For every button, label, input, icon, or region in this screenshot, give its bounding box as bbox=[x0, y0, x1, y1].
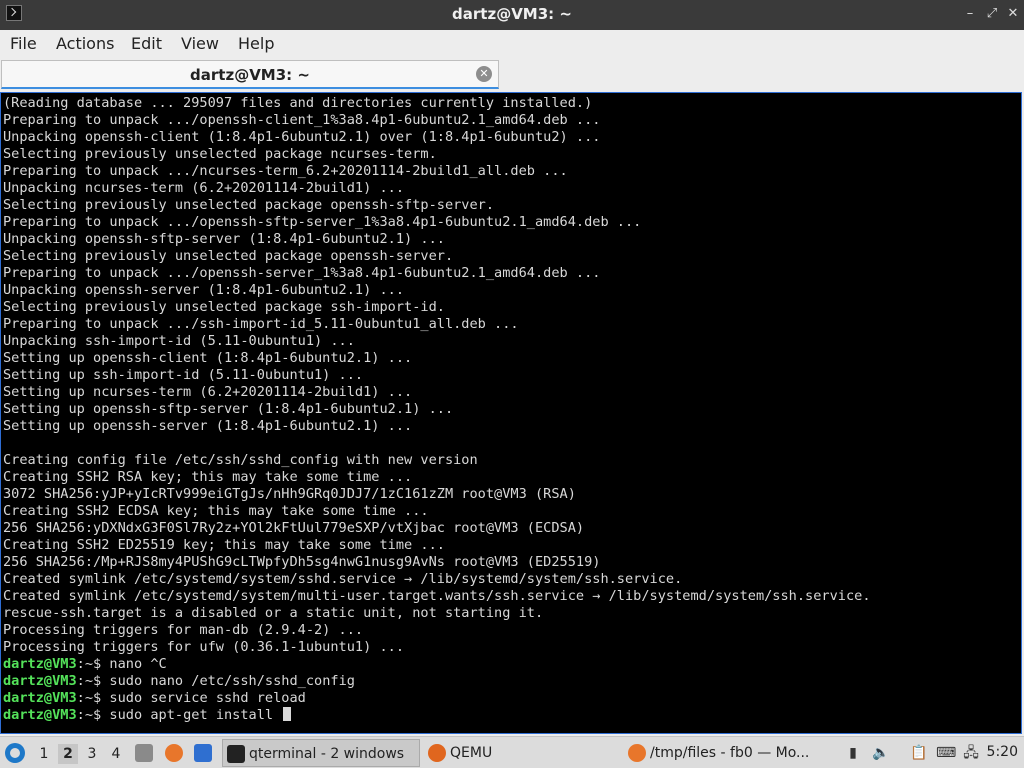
window-title: dartz@VM3: ~ bbox=[452, 5, 572, 23]
menu-bar: File Actions Edit View Help bbox=[0, 30, 1024, 58]
title-bar[interactable]: dartz@VM3: ~ – ⤢ ✕ bbox=[0, 0, 1024, 30]
menu-actions[interactable]: Actions bbox=[56, 34, 114, 53]
task-qemu[interactable]: QEMU bbox=[424, 739, 620, 767]
keyboard-icon[interactable]: ⌨ bbox=[936, 744, 956, 762]
task-label: qterminal - 2 windows bbox=[249, 746, 405, 762]
terminal-line: Unpacking openssh-client (1:8.4p1-6ubunt… bbox=[3, 129, 601, 145]
workspace-2[interactable]: 2 bbox=[58, 744, 78, 764]
terminal-line: Created symlink /etc/systemd/system/sshd… bbox=[3, 571, 683, 587]
terminal-window: dartz@VM3: ~ – ⤢ ✕ File Actions Edit Vie… bbox=[0, 0, 1024, 736]
tab-terminal[interactable]: dartz@VM3: ~ ✕ bbox=[1, 60, 499, 89]
prompt-line: dartz@VM3:~$ nano ^C bbox=[3, 656, 167, 673]
clock[interactable]: 5:20 bbox=[987, 744, 1018, 760]
text-cursor bbox=[283, 707, 292, 721]
terminal-line: Creating SSH2 ED25519 key; this may take… bbox=[3, 537, 445, 553]
task-label: /tmp/files - fb0 — Mo... bbox=[650, 745, 810, 761]
terminal-line: Selecting previously unselected package … bbox=[3, 146, 437, 162]
terminal-line: 3072 SHA256:yJP+yIcRTv999eiGTgJs/nHh9GRq… bbox=[3, 486, 576, 502]
menu-view[interactable]: View bbox=[181, 34, 219, 53]
close-button[interactable]: ✕ bbox=[1005, 6, 1021, 22]
terminal-line: Setting up openssh-server (1:8.4p1-6ubun… bbox=[3, 418, 413, 434]
terminal-line: Preparing to unpack .../openssh-server_1… bbox=[3, 265, 601, 281]
prompt-user: dartz@VM3 bbox=[3, 707, 77, 723]
tab-bar: dartz@VM3: ~ ✕ bbox=[0, 58, 1024, 92]
terminal-line: (Reading database ... 295097 files and d… bbox=[3, 95, 593, 111]
qemu-icon bbox=[428, 744, 446, 762]
workspace-3[interactable]: 3 bbox=[82, 744, 102, 764]
terminal-line: Unpacking openssh-server (1:8.4p1-6ubunt… bbox=[3, 282, 405, 298]
terminal-line: Creating config file /etc/ssh/sshd_confi… bbox=[3, 452, 478, 468]
terminal-line: Setting up openssh-client (1:8.4p1-6ubun… bbox=[3, 350, 413, 366]
terminal-icon bbox=[227, 745, 245, 763]
tab-label: dartz@VM3: ~ bbox=[190, 66, 310, 84]
firefox-icon bbox=[628, 744, 646, 762]
terminal-output[interactable]: (Reading database ... 295097 files and d… bbox=[0, 92, 1022, 734]
terminal-line: Created symlink /etc/systemd/system/mult… bbox=[3, 588, 871, 604]
prompt-line[interactable]: dartz@VM3:~$ sudo apt-get install bbox=[3, 707, 292, 724]
task-qterminal[interactable]: qterminal - 2 windows bbox=[222, 739, 420, 767]
terminal-line: Preparing to unpack .../ssh-import-id_5.… bbox=[3, 316, 519, 332]
network-icon[interactable]: 🖧 bbox=[962, 744, 980, 762]
terminal-line: Creating SSH2 RSA key; this may take som… bbox=[3, 469, 413, 485]
terminal-line: 256 SHA256:/Mp+RJS8my4PUShG9cLTWpfyDh5sg… bbox=[3, 554, 601, 570]
battery-icon[interactable]: ▮ bbox=[844, 744, 862, 762]
terminal-line: Preparing to unpack .../openssh-client_1… bbox=[3, 112, 601, 128]
start-menu-icon[interactable] bbox=[5, 743, 25, 763]
command-text: sudo nano /etc/ssh/sshd_config bbox=[109, 673, 355, 689]
command-text: sudo service sshd reload bbox=[109, 690, 306, 706]
file-manager-icon[interactable] bbox=[135, 744, 153, 762]
prompt-path: :~$ bbox=[76, 673, 110, 689]
volume-icon[interactable]: 🔈 bbox=[872, 744, 890, 762]
tab-close-icon[interactable]: ✕ bbox=[476, 66, 492, 82]
prompt-line: dartz@VM3:~$ sudo service sshd reload bbox=[3, 690, 306, 707]
maximize-button[interactable]: ⤢ bbox=[984, 6, 1000, 22]
menu-file[interactable]: File bbox=[10, 34, 37, 53]
firefox-launcher-icon[interactable] bbox=[165, 744, 183, 762]
terminal-line: 256 SHA256:yDXNdxG3F0Sl7Ry2z+YOl2kFtUul7… bbox=[3, 520, 585, 536]
terminal-line: Preparing to unpack .../openssh-sftp-ser… bbox=[3, 214, 642, 230]
terminal-line: rescue-ssh.target is a disabled or a sta… bbox=[3, 605, 544, 621]
workspace-1[interactable]: 1 bbox=[34, 744, 54, 764]
minimize-button[interactable]: – bbox=[962, 6, 978, 22]
terminal-line: Setting up ssh-import-id (5.11-0ubuntu1)… bbox=[3, 367, 364, 383]
terminal-line: Unpacking ssh-import-id (5.11-0ubuntu1) … bbox=[3, 333, 355, 349]
task-firefox[interactable]: /tmp/files - fb0 — Mo... bbox=[624, 739, 820, 767]
terminal-line: Selecting previously unselected package … bbox=[3, 197, 495, 213]
terminal-line: Unpacking openssh-sftp-server (1:8.4p1-6… bbox=[3, 231, 445, 247]
terminal-line: Selecting previously unselected package … bbox=[3, 248, 454, 264]
taskbar: 1 2 3 4 qterminal - 2 windows QEMU /tmp/… bbox=[0, 736, 1024, 768]
command-input[interactable]: sudo apt-get install bbox=[109, 707, 281, 723]
prompt-user: dartz@VM3 bbox=[3, 690, 77, 706]
terminal-line: Processing triggers for man-db (2.9.4-2)… bbox=[3, 622, 364, 638]
workspace-4[interactable]: 4 bbox=[106, 744, 126, 764]
prompt-path: :~$ bbox=[76, 707, 110, 723]
terminal-line: Setting up ncurses-term (6.2+20201114-2b… bbox=[3, 384, 413, 400]
prompt-path: :~$ bbox=[76, 690, 110, 706]
clipboard-icon[interactable]: 📋 bbox=[910, 744, 928, 762]
prompt-user: dartz@VM3 bbox=[3, 673, 77, 689]
terminal-line: Processing triggers for ufw (0.36.1-1ubu… bbox=[3, 639, 405, 655]
terminal-line: Creating SSH2 ECDSA key; this may take s… bbox=[3, 503, 429, 519]
command-text: nano ^C bbox=[109, 656, 167, 672]
menu-help[interactable]: Help bbox=[238, 34, 274, 53]
prompt-line: dartz@VM3:~$ sudo nano /etc/ssh/sshd_con… bbox=[3, 673, 355, 690]
menu-edit[interactable]: Edit bbox=[131, 34, 162, 53]
prompt-path: :~$ bbox=[76, 656, 110, 672]
terminal-line: Setting up openssh-sftp-server (1:8.4p1-… bbox=[3, 401, 454, 417]
terminal-line: Selecting previously unselected package … bbox=[3, 299, 445, 315]
prompt-user: dartz@VM3 bbox=[3, 656, 77, 672]
show-desktop-icon[interactable] bbox=[194, 744, 212, 762]
terminal-line: Preparing to unpack .../ncurses-term_6.2… bbox=[3, 163, 568, 179]
terminal-line: Unpacking ncurses-term (6.2+20201114-2bu… bbox=[3, 180, 405, 196]
task-label: QEMU bbox=[450, 745, 493, 761]
